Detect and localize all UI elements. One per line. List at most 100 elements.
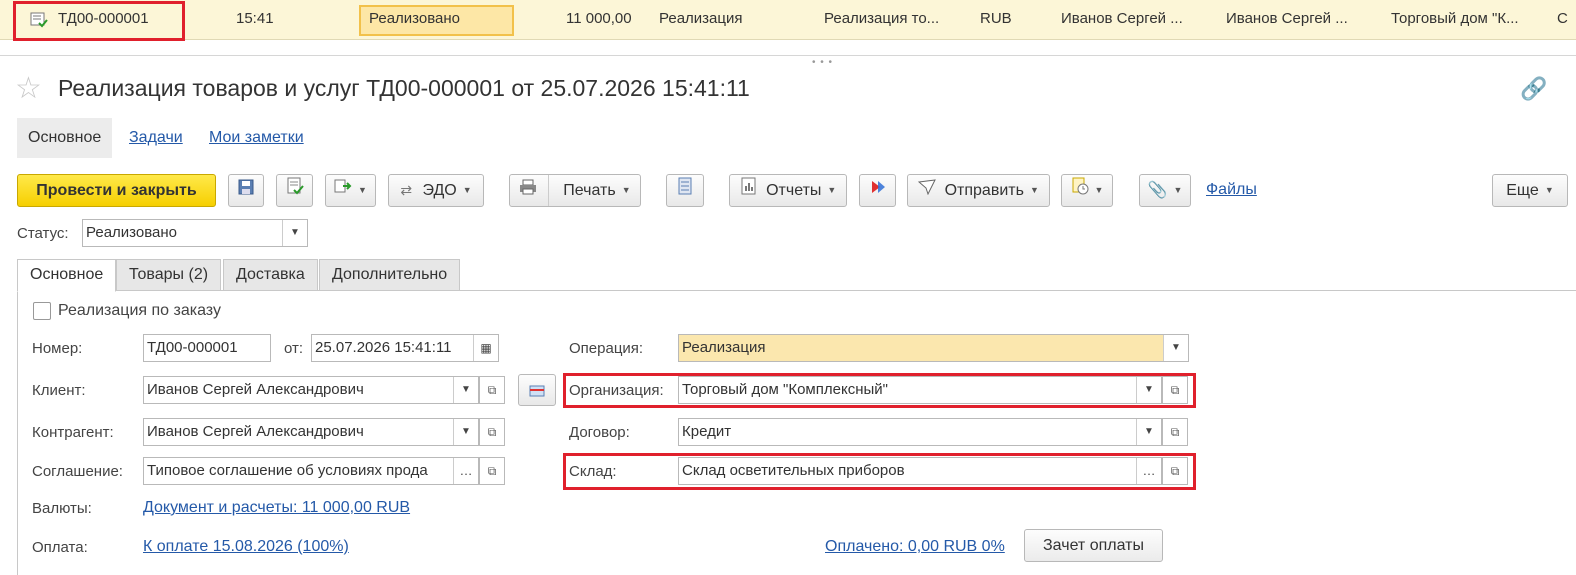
agreement-field[interactable]: Типовое соглашение об условиях прода … — [143, 457, 479, 485]
chevron-down-icon[interactable]: ▼ — [453, 419, 478, 445]
form-tab-additional[interactable]: Дополнительно — [319, 259, 461, 291]
highlight-frame-organization — [563, 373, 1196, 408]
related-documents-button[interactable] — [859, 174, 896, 207]
client-value: Иванов Сергей Александрович — [147, 381, 364, 398]
client-field[interactable]: Иванов Сергей Александрович ▼ — [143, 376, 479, 404]
row-client: Иванов Сергей ... — [1061, 10, 1183, 27]
highlight-frame-row-number — [13, 1, 185, 41]
edo-icon: ⇄ — [400, 182, 413, 199]
files-link[interactable]: Файлы — [1206, 181, 1257, 199]
row-doc-type: Реализация то... — [824, 10, 940, 27]
row-partner: Иванов Сергей ... — [1226, 10, 1348, 27]
contract-field[interactable]: Кредит ▼ — [678, 418, 1162, 446]
operation-field[interactable]: Реализация ▼ — [678, 334, 1189, 362]
document-list-row[interactable]: ТД00-000001 15:41 Реализовано 11 000,00 … — [0, 0, 1576, 40]
document-structure-button[interactable] — [666, 174, 704, 207]
page-title: Реализация товаров и услуг ТД00-000001 о… — [58, 75, 750, 101]
edo-label: ЭДО — [422, 182, 457, 199]
send-label: Отправить — [944, 182, 1024, 199]
date-value: 25.07.2026 15:41:11 — [315, 339, 452, 356]
panel-splitter[interactable]: • • • — [0, 55, 1576, 68]
chevron-down-icon: ▼ — [358, 185, 367, 196]
reports-label: Отчеты — [766, 182, 822, 199]
post-and-close-button[interactable]: Провести и закрыть — [17, 174, 216, 207]
date-field[interactable]: 25.07.2026 15:41:11 ▦ — [311, 334, 499, 362]
send-icon — [917, 175, 937, 206]
chevron-down-icon: ▼ — [462, 185, 472, 196]
nav-tab-tasks[interactable]: Задачи — [129, 118, 183, 158]
counterparty-label: Контрагент: — [32, 424, 114, 441]
by-order-checkbox[interactable] — [33, 302, 51, 320]
client-card-icon[interactable] — [518, 374, 556, 406]
chevron-down-icon: ▼ — [827, 185, 837, 196]
send-button[interactable]: Отправить ▼ — [907, 174, 1050, 207]
create-based-on-button[interactable]: ▼ — [325, 174, 376, 207]
list-icon — [678, 175, 692, 206]
link-icon[interactable]: 🔗 — [1520, 76, 1547, 102]
by-order-label: Реализация по заказу — [58, 302, 221, 319]
row-currency: RUB — [980, 10, 1012, 27]
ellipsis-icon[interactable]: … — [453, 458, 478, 484]
more-button[interactable]: Еще ▼ — [1492, 174, 1568, 207]
date-label: от: — [284, 340, 304, 357]
structure-icon — [870, 175, 886, 206]
post-button[interactable] — [276, 174, 313, 207]
row-status: Реализовано — [369, 10, 460, 27]
currency-label: Валюты: — [32, 500, 92, 517]
status-value: Реализовано — [86, 224, 177, 241]
payment-offset-button[interactable]: Зачет оплаты — [1024, 529, 1163, 562]
number-field[interactable]: ТД00-000001 — [143, 334, 271, 362]
open-icon[interactable]: ⧉ — [479, 418, 505, 446]
counterparty-value: Иванов Сергей Александрович — [147, 423, 364, 440]
payment-link[interactable]: К оплате 15.08.2026 (100%) — [143, 538, 349, 556]
open-icon[interactable]: ⧉ — [479, 376, 505, 404]
chevron-down-icon[interactable]: ▼ — [1136, 419, 1161, 445]
form-tab-delivery[interactable]: Доставка — [223, 259, 318, 291]
edo-button[interactable]: ⇄ ЭДО ▼ — [388, 174, 484, 207]
agreement-label: Соглашение: — [32, 463, 123, 480]
attachments-button[interactable]: 📎 ▼ — [1139, 174, 1191, 207]
save-icon — [238, 175, 254, 206]
form-tab-main[interactable]: Основное — [17, 259, 117, 292]
nav-tab-notes[interactable]: Мои заметки — [209, 118, 304, 158]
row-organization: Торговый дом "К... — [1391, 10, 1519, 27]
paid-link[interactable]: Оплачено: 0,00 RUB 0% — [825, 538, 1005, 556]
status-select[interactable]: Реализовано ▼ — [82, 219, 308, 247]
document-clock-icon — [1071, 175, 1089, 206]
client-label: Клиент: — [32, 382, 86, 399]
chevron-down-icon[interactable]: ▼ — [282, 220, 307, 246]
chevron-down-icon: ▼ — [1173, 185, 1183, 196]
chevron-down-icon[interactable]: ▼ — [453, 377, 478, 403]
chevron-down-icon[interactable]: ▼ — [1163, 335, 1188, 361]
paperclip-icon: 📎 — [1147, 182, 1168, 200]
open-icon[interactable]: ⧉ — [1162, 418, 1188, 446]
status-label: Статус: — [17, 225, 69, 242]
row-time: 15:41 — [236, 10, 274, 27]
payment-label: Оплата: — [32, 539, 88, 556]
chevron-down-icon: ▼ — [621, 185, 631, 196]
counterparty-field[interactable]: Иванов Сергей Александрович ▼ — [143, 418, 479, 446]
print-button[interactable]: Печать ▼ — [509, 174, 641, 207]
chevron-down-icon: ▼ — [1544, 185, 1554, 196]
operation-value: Реализация — [682, 339, 766, 356]
schedule-button[interactable]: ▼ — [1061, 174, 1113, 207]
operation-label: Операция: — [569, 340, 644, 357]
save-button[interactable] — [228, 174, 264, 207]
form-tab-goods[interactable]: Товары (2) — [116, 259, 222, 291]
open-icon[interactable]: ⧉ — [479, 457, 505, 485]
row-amount: 11 000,00 — [566, 10, 632, 27]
create-based-on-icon — [334, 175, 352, 206]
number-label: Номер: — [32, 340, 83, 357]
row-operation: Реализация — [659, 10, 743, 27]
row-extra: С — [1557, 10, 1568, 27]
highlight-frame-warehouse — [563, 453, 1196, 490]
reports-button[interactable]: Отчеты ▼ — [729, 174, 847, 207]
chevron-down-icon: ▼ — [1094, 185, 1104, 196]
calendar-icon[interactable]: ▦ — [473, 335, 498, 361]
printer-icon — [519, 175, 537, 206]
report-icon — [740, 175, 758, 206]
nav-tab-main[interactable]: Основное — [17, 118, 113, 158]
print-label: Печать — [563, 182, 616, 199]
favorite-star-icon[interactable]: ☆ — [15, 74, 42, 104]
currency-link[interactable]: Документ и расчеты: 11 000,00 RUB — [143, 499, 410, 517]
